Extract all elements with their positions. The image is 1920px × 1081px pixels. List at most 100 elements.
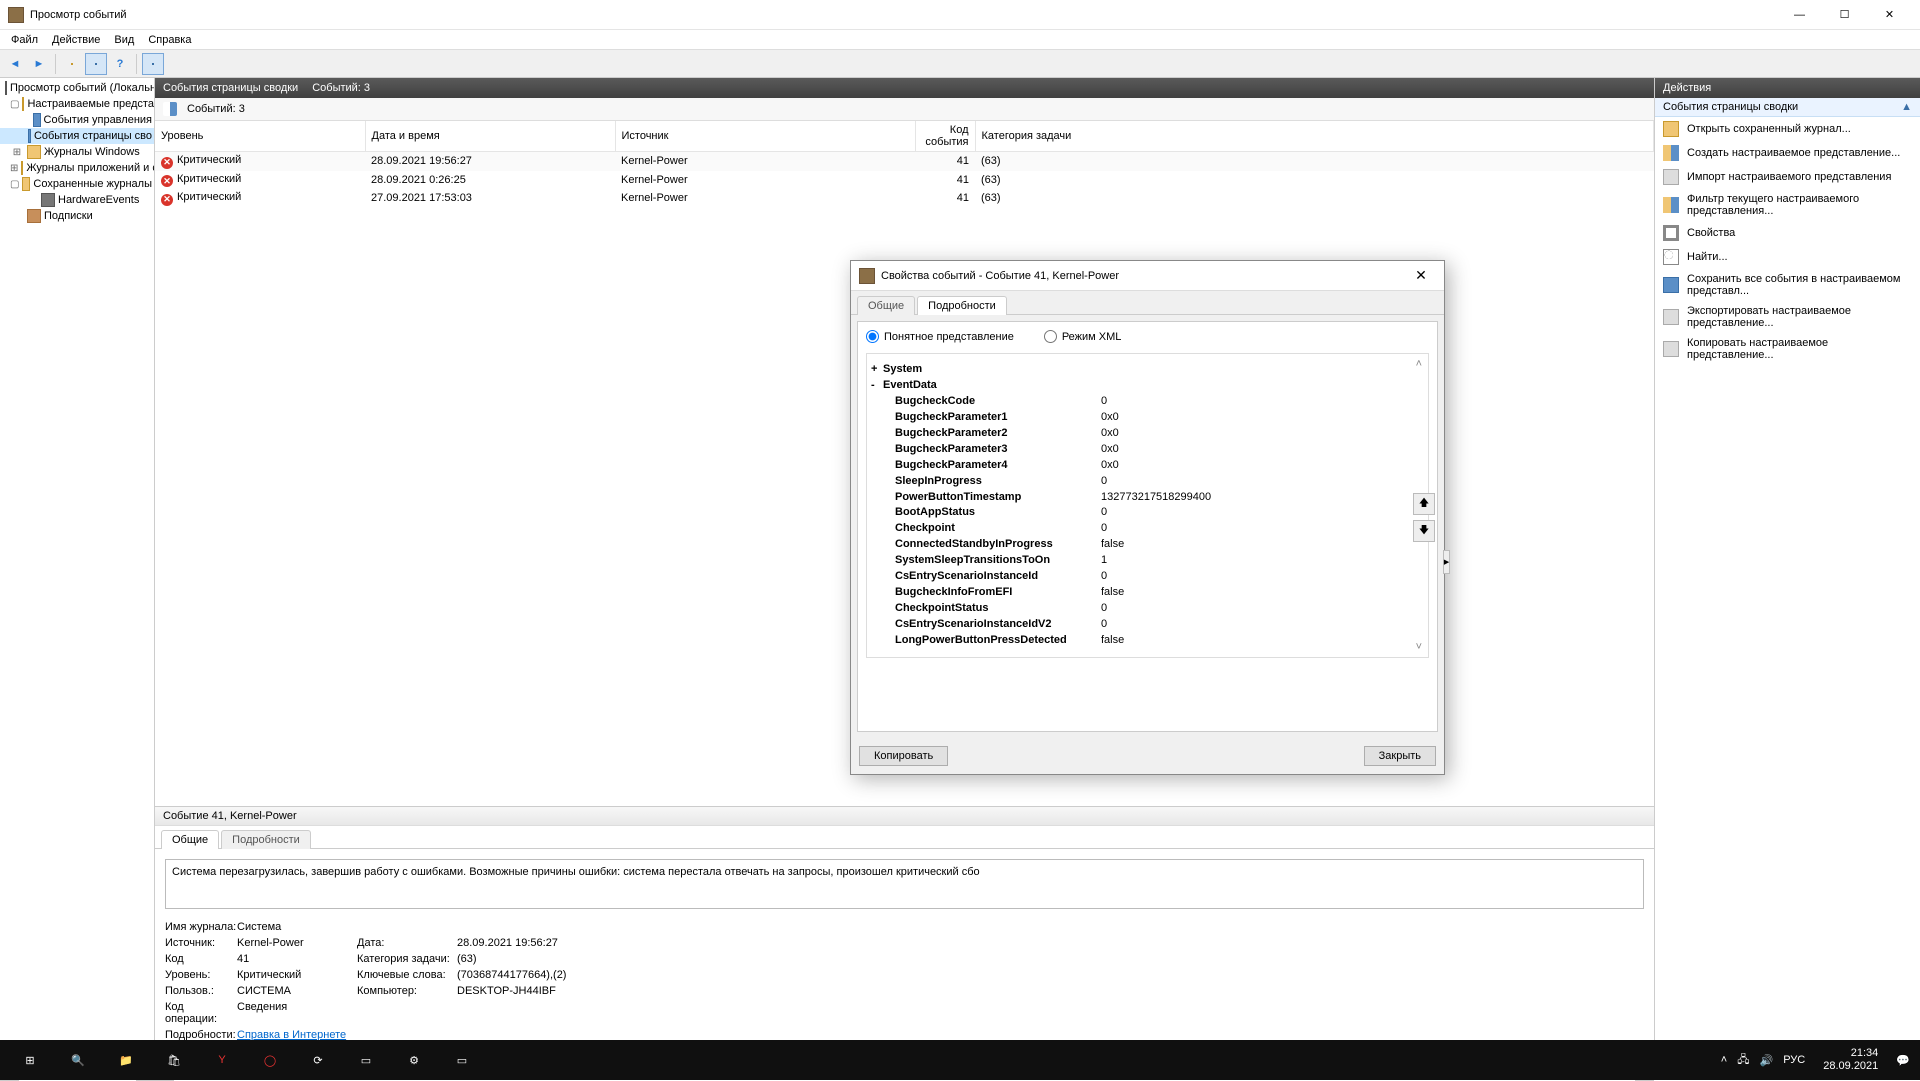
tree-app-logs[interactable]: ⊞Журналы приложений и сл	[0, 160, 154, 176]
val-id: 41	[237, 953, 357, 965]
nav-up-button[interactable]: 🡅	[1413, 493, 1435, 515]
opera-icon[interactable]: ◯	[246, 1040, 294, 1080]
action-item[interactable]: Открыть сохраненный журнал...	[1655, 117, 1920, 141]
event-data-property: CsEntryScenarioInstanceIdV20	[895, 617, 1420, 633]
tree-hardware-events[interactable]: HardwareEvents	[0, 192, 154, 208]
action-label: Найти...	[1687, 251, 1728, 263]
menu-action[interactable]: Действие	[45, 34, 107, 46]
start-button[interactable]: ⊞	[6, 1040, 54, 1080]
taskbar-clock[interactable]: 21:34 28.09.2021	[1815, 1047, 1886, 1072]
store-icon[interactable]: 🛍	[150, 1040, 198, 1080]
collapse-down-icon[interactable]: ˅	[1416, 641, 1422, 653]
dialog-side-toggle[interactable]: ▶	[1443, 550, 1450, 574]
action-label: Сохранить все события в настраиваемом пр…	[1687, 273, 1912, 297]
table-row[interactable]: ✕Критический28.09.2021 0:26:25Kernel-Pow…	[155, 171, 1654, 190]
action-item[interactable]: Найти...	[1655, 245, 1920, 269]
tree-windows-logs[interactable]: ⊞Журналы Windows	[0, 144, 154, 160]
navigation-tree: Просмотр событий (Локальны ▢Настраиваемы…	[0, 78, 155, 1063]
tree-custom-views[interactable]: ▢Настраиваемые представ	[0, 96, 154, 112]
app-task-1[interactable]: ▭	[342, 1040, 390, 1080]
close-button[interactable]: ✕	[1867, 1, 1912, 29]
steam-icon[interactable]: ⟳	[294, 1040, 342, 1080]
dialog-tab-details[interactable]: Подробности	[917, 296, 1007, 315]
tree-saved-logs[interactable]: ▢Сохраненные журналы	[0, 176, 154, 192]
tree-summary-events[interactable]: События страницы сво	[0, 128, 154, 144]
event-data-property: BugcheckParameter20x0	[895, 426, 1420, 442]
filter-count: Событий: 3	[187, 103, 245, 115]
collapse-up-icon[interactable]: ˄	[1416, 358, 1422, 370]
heading-count: Событий: 3	[312, 82, 370, 94]
col-id[interactable]: Код события	[915, 121, 975, 152]
taskbar: ⊞ 🔍 📁 🛍 Y ◯ ⟳ ▭ ⚙ ▭ ˄ 🖧 🔊 РУС 21:34 28.0…	[0, 1040, 1920, 1080]
tree-root[interactable]: Просмотр событий (Локальны	[0, 80, 154, 96]
menu-view[interactable]: Вид	[107, 34, 141, 46]
action-item[interactable]: Создать настраиваемое представление...	[1655, 141, 1920, 165]
app-task-2[interactable]: ▭	[438, 1040, 486, 1080]
event-properties-dialog: Свойства событий - Событие 41, Kernel-Po…	[850, 260, 1445, 775]
toolbar-help[interactable]: ?	[109, 53, 131, 75]
col-date[interactable]: Дата и время	[365, 121, 615, 152]
lbl-computer: Компьютер:	[357, 985, 457, 997]
dialog-tab-general[interactable]: Общие	[857, 296, 915, 315]
back-button[interactable]: ◄	[4, 53, 26, 75]
copy-button[interactable]: Копировать	[859, 746, 948, 766]
event-data-property: BugcheckParameter10x0	[895, 410, 1420, 426]
explorer-icon[interactable]: 📁	[102, 1040, 150, 1080]
maximize-button[interactable]: ☐	[1822, 1, 1867, 29]
col-source[interactable]: Источник	[615, 121, 915, 152]
action-item[interactable]: Сохранить все события в настраиваемом пр…	[1655, 269, 1920, 301]
val-date: 28.09.2021 19:56:27	[457, 937, 677, 949]
actions-group: События страницы сводки▲	[1655, 98, 1920, 117]
lbl-id: Код	[165, 953, 237, 965]
forward-button[interactable]: ►	[28, 53, 50, 75]
action-item[interactable]: Импорт настраиваемого представления	[1655, 165, 1920, 189]
tray-lang[interactable]: РУС	[1783, 1054, 1805, 1066]
toolbar-browse[interactable]	[61, 53, 83, 75]
action-item[interactable]: Свойства	[1655, 221, 1920, 245]
toolbar-view1[interactable]	[85, 53, 107, 75]
action-item[interactable]: Фильтр текущего настраиваемого представл…	[1655, 189, 1920, 221]
toolbar-view2[interactable]	[142, 53, 164, 75]
lbl-task: Категория задачи:	[357, 953, 457, 965]
menu-help[interactable]: Справка	[141, 34, 198, 46]
detail-header: Событие 41, Kernel-Power	[155, 807, 1654, 826]
tree-manage-events[interactable]: События управления	[0, 112, 154, 128]
settings-icon[interactable]: ⚙	[390, 1040, 438, 1080]
val-source: Kernel-Power	[237, 937, 357, 949]
action-icon	[1663, 225, 1679, 241]
radio-friendly[interactable]: Понятное представление	[866, 330, 1014, 343]
network-icon[interactable]: 🖧	[1737, 1051, 1749, 1070]
close-button-dialog[interactable]: Закрыть	[1364, 746, 1436, 766]
dialog-close-button[interactable]: ✕	[1406, 267, 1436, 284]
radio-xml[interactable]: Режим XML	[1044, 330, 1122, 343]
event-data-property: BugcheckCode0	[895, 394, 1420, 410]
detail-tab-general[interactable]: Общие	[161, 830, 219, 849]
yandex-icon[interactable]: Y	[198, 1040, 246, 1080]
volume-icon[interactable]: 🔊	[1760, 1054, 1774, 1067]
node-system[interactable]: +System	[871, 362, 1420, 378]
tray-expand-icon[interactable]: ˄	[1721, 1054, 1727, 1066]
action-icon	[1663, 277, 1679, 293]
event-data-property: CsEntryScenarioInstanceId0	[895, 569, 1420, 585]
notifications-icon[interactable]: 💬	[1896, 1054, 1910, 1067]
event-data-property: BootAppStatus0	[895, 505, 1420, 521]
node-eventdata[interactable]: -EventData	[871, 378, 1420, 394]
col-level[interactable]: Уровень	[155, 121, 365, 152]
lbl-source: Источник:	[165, 937, 237, 949]
nav-down-button[interactable]: 🡇	[1413, 520, 1435, 542]
action-item[interactable]: Копировать настраиваемое представление..…	[1655, 333, 1920, 365]
action-icon	[1663, 197, 1679, 213]
action-item[interactable]: Экспортировать настраиваемое представлен…	[1655, 301, 1920, 333]
search-button[interactable]: 🔍	[54, 1040, 102, 1080]
minimize-button[interactable]: —	[1777, 1, 1822, 29]
event-detail-panel: Событие 41, Kernel-Power Общие Подробнос…	[155, 806, 1654, 1063]
actions-title: Действия	[1655, 78, 1920, 98]
menu-file[interactable]: Файл	[4, 34, 45, 46]
table-row[interactable]: ✕Критический27.09.2021 17:53:03Kernel-Po…	[155, 189, 1654, 208]
tree-subscriptions[interactable]: Подписки	[0, 208, 154, 224]
col-task[interactable]: Категория задачи	[975, 121, 1654, 152]
event-data-property: PowerButtonTimestamp132773217518299400	[895, 490, 1420, 506]
table-row[interactable]: ✕Критический28.09.2021 19:56:27Kernel-Po…	[155, 152, 1654, 171]
val-computer: DESKTOP-JH44IBF	[457, 985, 677, 997]
detail-tab-details[interactable]: Подробности	[221, 830, 311, 849]
